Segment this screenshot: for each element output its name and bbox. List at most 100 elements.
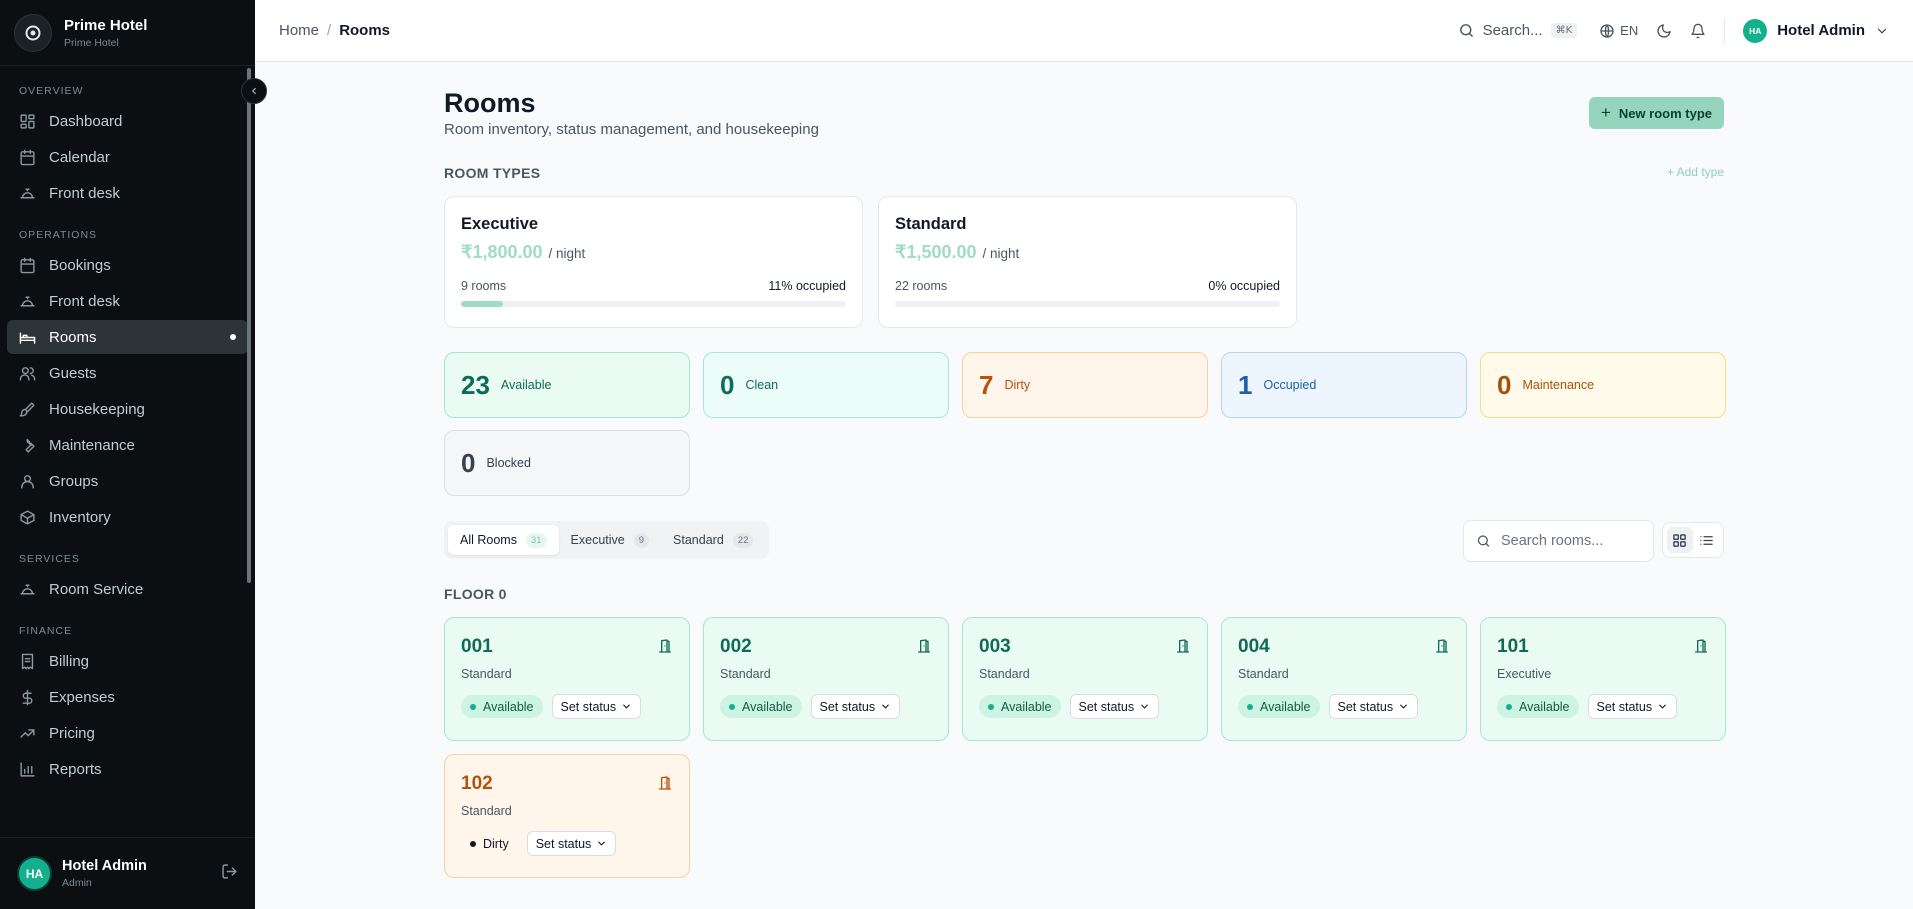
sidebar-user[interactable]: HA Hotel Admin Admin (0, 837, 255, 909)
set-status-dropdown[interactable]: Set status (1069, 694, 1160, 719)
sidebar-item-front-desk[interactable]: Front desk (7, 176, 248, 210)
tab-label: Standard (673, 533, 724, 547)
set-status-label: Set status (819, 699, 876, 714)
room-number: 004 (1238, 636, 1270, 657)
sidebar: Prime Hotel Prime Hotel OVERVIEW Dashboar… (0, 0, 255, 909)
room-type: Standard (1238, 667, 1289, 681)
room-type-tabs: All Rooms 31 Executive 9 Standard 22 (444, 521, 770, 559)
room-card[interactable]: 101 Executive Available Set status (1480, 617, 1726, 741)
sidebar-nav: OVERVIEW Dashboard Calendar Front desk OPERA… (0, 66, 255, 786)
sidebar-item-pricing[interactable]: Pricing (7, 716, 248, 750)
set-status-dropdown[interactable]: Set status (551, 694, 642, 719)
new-room-type-button[interactable]: + New room type (1588, 97, 1724, 129)
sidebar-item-label: Front desk (49, 184, 120, 202)
stat-card-maintenance[interactable]: 0 Maintenance (1480, 352, 1726, 418)
sidebar-item-maintenance[interactable]: Maintenance (7, 428, 248, 462)
breadcrumb-home[interactable]: Home (279, 22, 319, 39)
collapse-sidebar-button[interactable] (241, 78, 267, 104)
user-icon (19, 473, 36, 490)
sidebar-item-label: Room Service (49, 580, 144, 598)
language-switcher[interactable]: EN (1599, 23, 1638, 39)
user-menu[interactable]: HA Hotel Admin (1743, 18, 1889, 43)
page-title: Rooms (444, 88, 536, 118)
chevron-down-icon (1400, 704, 1407, 709)
sidebar-item-label: Expenses (49, 688, 115, 706)
chevron-down-icon (882, 704, 889, 709)
nav-section-label: SERVICES (19, 553, 80, 565)
room-search-input[interactable] (1501, 533, 1641, 549)
sidebar-item-label: Billing (49, 652, 90, 670)
room-type: Standard (979, 667, 1030, 681)
add-type-link[interactable]: + Add type (1667, 165, 1724, 179)
set-status-dropdown[interactable]: Set status (526, 831, 617, 856)
list-view-button[interactable] (1694, 527, 1720, 553)
sidebar-item-housekeeping[interactable]: Housekeeping (7, 392, 248, 426)
status-label: Dirty (483, 836, 509, 851)
sidebar-item-billing[interactable]: Billing (7, 644, 248, 678)
room-card[interactable]: 004 Standard Available Set status (1221, 617, 1467, 741)
sidebar-item-front-desk[interactable]: Front desk (7, 284, 248, 318)
sidebar-item-calendar[interactable]: Calendar (7, 140, 248, 174)
room-type-count: 22 rooms (895, 279, 948, 293)
brand-name: Prime Hotel (64, 16, 148, 34)
status-badge: Available (979, 695, 1061, 718)
search-shortcut: ⌘K (1550, 23, 1578, 38)
sidebar-item-room-service[interactable]: Room Service (7, 572, 248, 606)
breadcrumb-current: Rooms (339, 22, 391, 39)
search-icon (1477, 535, 1490, 547)
set-status-dropdown[interactable]: Set status (1328, 694, 1419, 719)
status-dot (988, 703, 994, 710)
plus-icon: + (1600, 103, 1611, 122)
sidebar-item-guests[interactable]: Guests (7, 356, 248, 390)
tab-standard[interactable]: Standard 22 (661, 525, 765, 555)
global-search-button[interactable]: Search... ⌘K (1458, 22, 1578, 39)
box-icon (19, 509, 36, 526)
notifications-button[interactable] (1690, 23, 1706, 39)
sidebar-item-label: Maintenance (49, 436, 135, 454)
language-label: EN (1620, 23, 1639, 38)
tab-executive[interactable]: Executive 9 (559, 525, 662, 555)
door-icon (1693, 638, 1709, 659)
sidebar-item-label: Bookings (49, 256, 111, 274)
door-icon (657, 775, 673, 796)
stat-card-available[interactable]: 23 Available (444, 352, 690, 418)
room-type: Standard (461, 804, 512, 818)
stat-label: Occupied (1263, 378, 1317, 392)
logout-icon[interactable] (221, 863, 238, 885)
sidebar-item-groups[interactable]: Groups (7, 464, 248, 498)
sidebar-item-expenses[interactable]: Expenses (7, 680, 248, 714)
room-type-card[interactable]: Standard ₹1,500.00 / night 22 rooms 0% occup… (878, 196, 1297, 328)
room-number: 101 (1497, 636, 1529, 657)
stat-card-blocked[interactable]: 0 Blocked (444, 430, 690, 496)
nav-section-label: FINANCE (19, 625, 73, 637)
stat-card-dirty[interactable]: 7 Dirty (962, 352, 1208, 418)
room-card[interactable]: 003 Standard Available Set status (962, 617, 1208, 741)
sidebar-item-inventory[interactable]: Inventory (7, 500, 248, 534)
nav-section-label: OVERVIEW (19, 85, 84, 97)
bed-icon (19, 329, 36, 346)
new-room-type-label: New room type (1618, 105, 1712, 121)
theme-toggle-button[interactable] (1656, 23, 1672, 39)
room-card[interactable]: 102 Standard Dirty Set status (444, 754, 690, 878)
sidebar-item-bookings[interactable]: Bookings (7, 248, 248, 282)
grid-view-button[interactable] (1666, 527, 1693, 553)
user-role: Admin (62, 877, 92, 889)
room-card[interactable]: 001 Standard Available Set status (444, 617, 690, 741)
tab-all-rooms[interactable]: All Rooms 31 (448, 525, 559, 555)
stat-card-occupied[interactable]: 1 Occupied (1221, 352, 1467, 418)
sidebar-scrollbar[interactable] (247, 68, 251, 583)
sidebar-item-label: Calendar (49, 148, 110, 166)
stat-card-clean[interactable]: 0 Clean (703, 352, 949, 418)
sidebar-item-dashboard[interactable]: Dashboard (7, 104, 248, 138)
status-dot (470, 840, 476, 847)
room-search[interactable] (1463, 520, 1654, 562)
floor-heading: FLOOR 0 (444, 586, 507, 602)
room-card[interactable]: 002 Standard Available Set status (703, 617, 949, 741)
stat-label: Maintenance (1522, 378, 1595, 392)
set-status-dropdown[interactable]: Set status (1587, 694, 1678, 719)
sidebar-item-rooms[interactable]: Rooms (7, 320, 248, 354)
brand[interactable]: Prime Hotel Prime Hotel (0, 0, 255, 66)
set-status-dropdown[interactable]: Set status (810, 694, 901, 719)
sidebar-item-reports[interactable]: Reports (7, 752, 248, 786)
room-type-card[interactable]: Executive ₹1,800.00 / night 9 rooms 11% occu… (444, 196, 863, 328)
